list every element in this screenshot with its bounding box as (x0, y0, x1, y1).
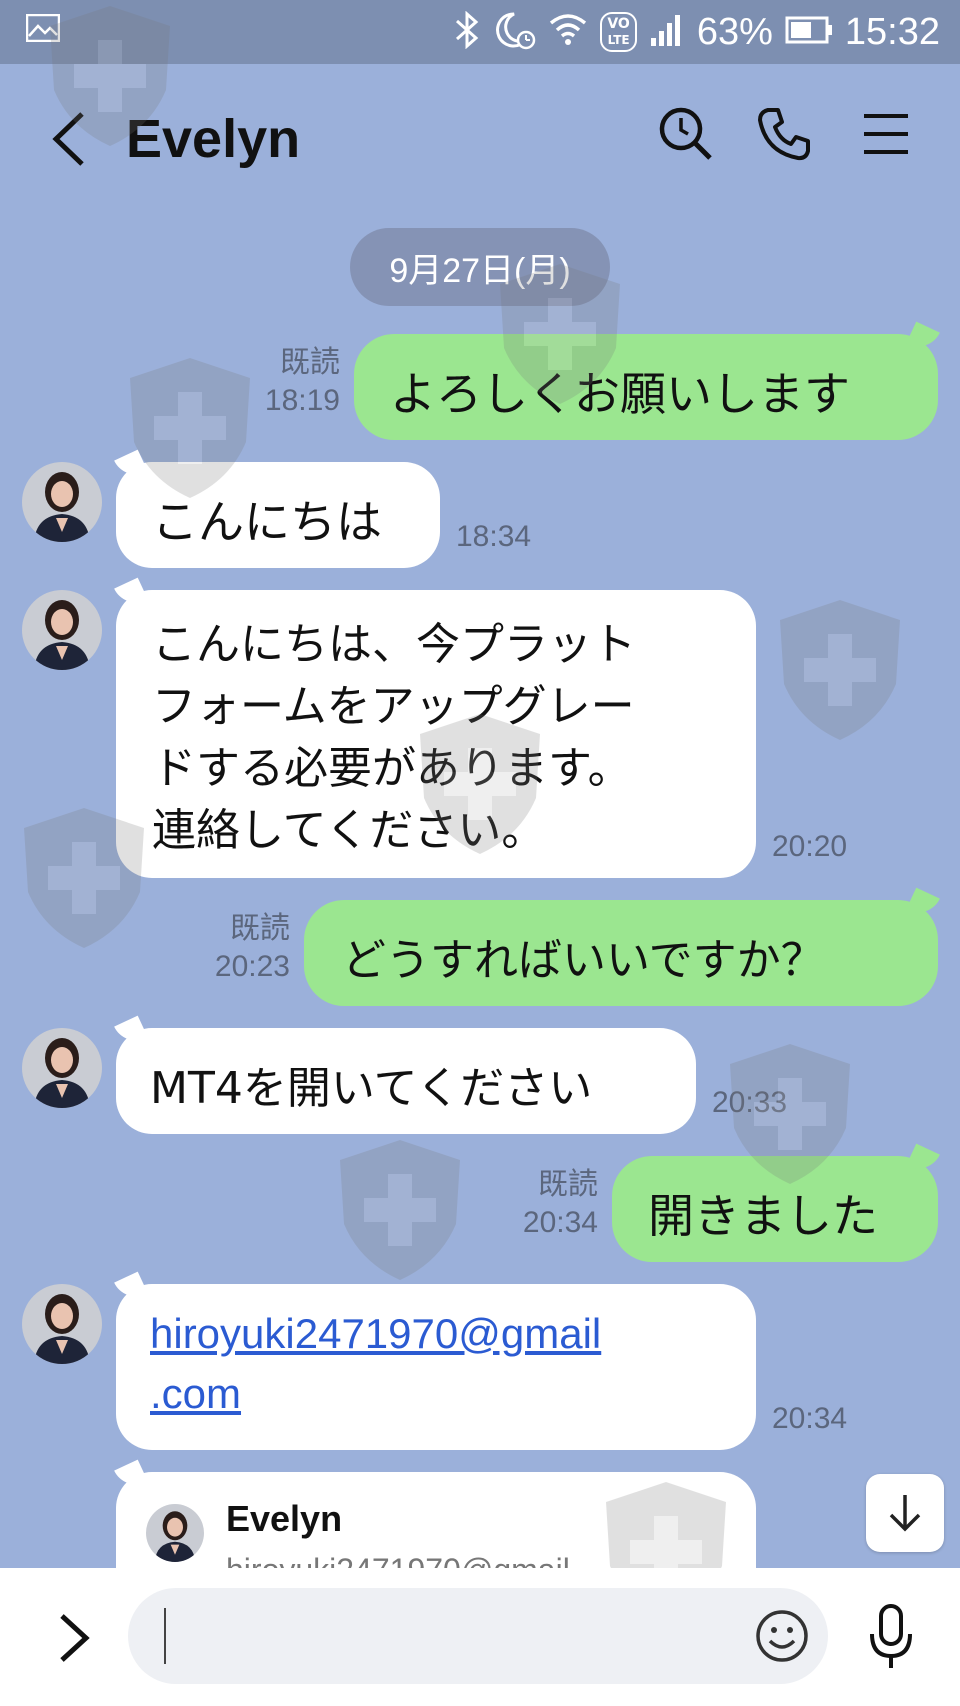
message-bubble-outgoing[interactable]: どうすればいいですか？ (304, 900, 938, 1006)
gallery-icon (25, 13, 61, 46)
message-meta: 既読 20:23 (190, 910, 290, 986)
arrow-down-icon (889, 1495, 921, 1532)
message-bubble-incoming[interactable]: こんにちは (116, 462, 440, 568)
message-bubble-incoming[interactable]: MT4を開いてください (116, 1028, 696, 1134)
message-time: 18:19 (264, 384, 340, 417)
avatar[interactable] (22, 1284, 102, 1364)
message-bubble-outgoing[interactable]: よろしくお願いします (354, 334, 938, 440)
do-not-disturb-icon (492, 10, 536, 54)
message-time: 20:34 (772, 1402, 848, 1435)
email-link[interactable]: hiroyuki2471970@gmail .com (150, 1304, 601, 1424)
date-separator: 9月27日(月) (350, 228, 610, 306)
bluetooth-icon (454, 10, 480, 53)
emoji-button[interactable] (754, 1608, 810, 1664)
shield-watermark-icon (340, 1140, 460, 1280)
message-text: こんにちは、今プラット フォームをアップグレー ドする必要があります。 連絡して… (152, 619, 636, 856)
menu-button[interactable] (856, 104, 916, 164)
message-time: 20:34 (522, 1206, 598, 1239)
chat-title: Evelyn (126, 109, 301, 169)
back-button[interactable] (48, 106, 98, 172)
message-meta: 既読 18:19 (236, 344, 340, 420)
contact-avatar-image (22, 1284, 102, 1364)
wifi-icon (548, 11, 588, 53)
chevron-left-icon (52, 112, 84, 166)
card-name: Evelyn (226, 1498, 343, 1539)
volte-label: VO (607, 16, 630, 32)
message-input-bar (0, 1568, 960, 1706)
shield-watermark-icon (780, 600, 900, 740)
message-text: どうすればいいですか？ (342, 935, 825, 986)
expand-menu-button[interactable] (48, 1608, 98, 1668)
message-time: 20:33 (712, 1086, 788, 1119)
message-bubble-incoming[interactable]: こんにちは、今プラット フォームをアップグレー ドする必要があります。 連絡して… (116, 590, 756, 878)
email-link-line2: .com (150, 1370, 242, 1417)
message-input[interactable] (128, 1588, 828, 1684)
clock: 15:32 (844, 10, 940, 53)
contact-avatar-image (22, 1028, 102, 1108)
emoji-icon (756, 1610, 808, 1662)
menu-icon (864, 114, 908, 154)
search-icon (659, 107, 712, 160)
contact-avatar-image (22, 590, 102, 670)
avatar[interactable] (22, 1028, 102, 1108)
volte-icon: VO LTE (600, 12, 637, 52)
email-link-line1: hiroyuki2471970@gmail (150, 1310, 602, 1357)
phone-icon (758, 108, 810, 161)
chat-header: Evelyn (0, 64, 960, 214)
read-receipt: 既読 (230, 912, 290, 945)
avatar[interactable] (22, 590, 102, 670)
message-meta: 既読 20:34 (496, 1166, 598, 1242)
scroll-to-bottom-button[interactable] (866, 1474, 944, 1552)
message-bubble-incoming[interactable]: hiroyuki2471970@gmail .com (116, 1284, 756, 1450)
message-bubble-outgoing[interactable]: 開きました (612, 1156, 938, 1262)
battery-icon (785, 16, 833, 48)
read-receipt: 既読 (280, 346, 340, 379)
message-text: 開きました (648, 1189, 878, 1243)
message-time: 18:34 (456, 520, 532, 553)
message-time: 20:20 (772, 830, 848, 863)
microphone-icon (870, 1604, 912, 1668)
message-text: MT4を開いてください (150, 1063, 593, 1114)
status-bar: VO LTE 63% 15:32 (0, 0, 960, 64)
chevron-right-icon (60, 1614, 90, 1662)
contact-avatar-image (22, 462, 102, 542)
card-avatar (146, 1504, 204, 1562)
contact-avatar-image (146, 1504, 204, 1562)
avatar[interactable] (22, 462, 102, 542)
message-text: こんにちは (152, 495, 382, 549)
call-button[interactable] (754, 104, 814, 164)
message-text: よろしくお願いします (390, 367, 850, 421)
message-time: 20:23 (214, 950, 290, 983)
lte-label: LTE (607, 33, 630, 47)
voice-input-button[interactable] (866, 1602, 916, 1672)
signal-icon (649, 14, 685, 50)
read-receipt: 既読 (538, 1168, 598, 1201)
battery-percent: 63% (696, 10, 773, 53)
text-caret (164, 1608, 166, 1664)
search-button[interactable] (656, 104, 716, 164)
